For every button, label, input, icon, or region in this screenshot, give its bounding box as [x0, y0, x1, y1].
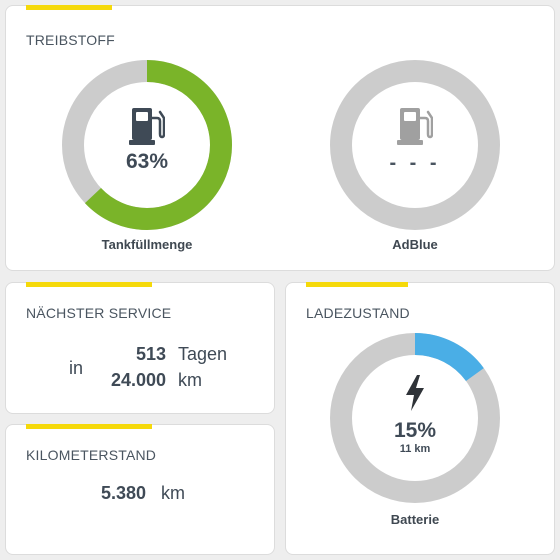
treibstoff-title: TREIBSTOFF	[26, 32, 115, 48]
service-prefix: in	[69, 358, 84, 378]
battery-gauge[interactable]: 15% 11 km	[328, 331, 502, 505]
card-accent-bar	[26, 5, 112, 10]
fuel-pump-icon	[129, 106, 165, 146]
ladezustand-card: LADEZUSTAND 15% 11 km Batterie	[285, 282, 555, 555]
fuel-gauge[interactable]: 63%	[60, 58, 234, 232]
odometer-unit: km	[161, 483, 185, 503]
ladezustand-title: LADEZUSTAND	[306, 305, 410, 321]
service-km-value: 24.000	[110, 370, 166, 390]
odometer-title: KILOMETERSTAND	[26, 447, 157, 463]
odometer-card: KILOMETERSTAND 5.380 km	[5, 424, 275, 555]
battery-gauge-label: Batterie	[390, 512, 440, 527]
adblue-value: - - -	[389, 151, 441, 174]
odometer-value: 5.380	[100, 483, 146, 503]
service-days-value: 513	[135, 344, 166, 364]
fuel-percentage: 63%	[125, 150, 169, 173]
service-title: NÄCHSTER SERVICE	[26, 305, 172, 321]
fuel-gauge-label: Tankfüllmenge	[101, 237, 193, 252]
battery-percentage: 15%	[393, 419, 437, 442]
treibstoff-card: TREIBSTOFF 63% Tankfüllmenge - - - AdBlu…	[5, 5, 555, 271]
fuel-pump-icon	[397, 106, 433, 146]
adblue-gauge-label: AdBlue	[392, 237, 438, 252]
battery-range: 11 km	[399, 443, 431, 455]
card-accent-bar	[26, 282, 152, 287]
service-card: NÄCHSTER SERVICE in 513 Tagen 24.000 km	[5, 282, 275, 414]
card-accent-bar	[26, 424, 152, 429]
service-km-unit: km	[178, 370, 202, 390]
service-days-unit: Tagen	[178, 344, 228, 364]
adblue-gauge[interactable]: - - -	[328, 58, 502, 232]
card-accent-bar	[306, 282, 408, 287]
lightning-bolt-icon	[404, 375, 426, 411]
